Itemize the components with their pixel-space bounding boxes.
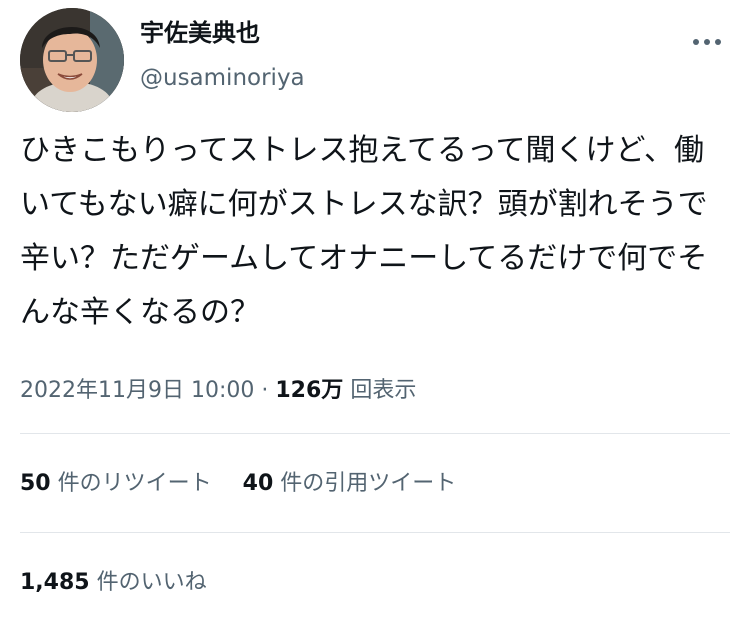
tweet-meta: 2022年11月9日 10:00 · 126万 回表示 [20,371,416,411]
like-label: 件のいいね [96,570,207,595]
view-count-label: 回表示 [350,378,417,403]
user-info: 宇佐美典也 @usaminoriya [140,18,305,92]
display-name[interactable]: 宇佐美典也 [140,18,305,48]
engagement-stats: 50 件のリツイート 40 件の引用ツイート [20,464,456,504]
more-horizontal-icon [693,39,721,45]
tweet-text: ひきこもりってストレス抱えてるって聞くけど、働いてもない癖に何がストレスな訳？頭… [20,133,708,330]
like-count: 1,485 [20,570,90,595]
tweet-timestamp[interactable]: 2022年11月9日 10:00 [20,378,254,403]
retweets-stat[interactable]: 50 件のリツイート [20,464,212,504]
quotes-stat[interactable]: 40 件の引用ツイート [243,464,457,504]
user-handle[interactable]: @usaminoriya [140,64,305,92]
quote-count: 40 [242,471,274,496]
avatar-image [20,8,124,112]
divider [20,433,730,434]
avatar[interactable] [20,8,124,112]
retweet-count: 50 [20,471,51,496]
retweet-label: 件のリツイート [57,471,212,496]
likes-stats: 1,485 件のいいね [20,563,207,603]
meta-separator: · [261,378,269,403]
tweet-header: 宇佐美典也 @usaminoriya [20,8,730,112]
quote-label: 件の引用ツイート [280,471,457,496]
view-count: 126万 [275,378,344,403]
divider [20,532,730,533]
more-options-button[interactable] [692,34,722,48]
likes-stat[interactable]: 1,485 件のいいね [20,563,207,603]
